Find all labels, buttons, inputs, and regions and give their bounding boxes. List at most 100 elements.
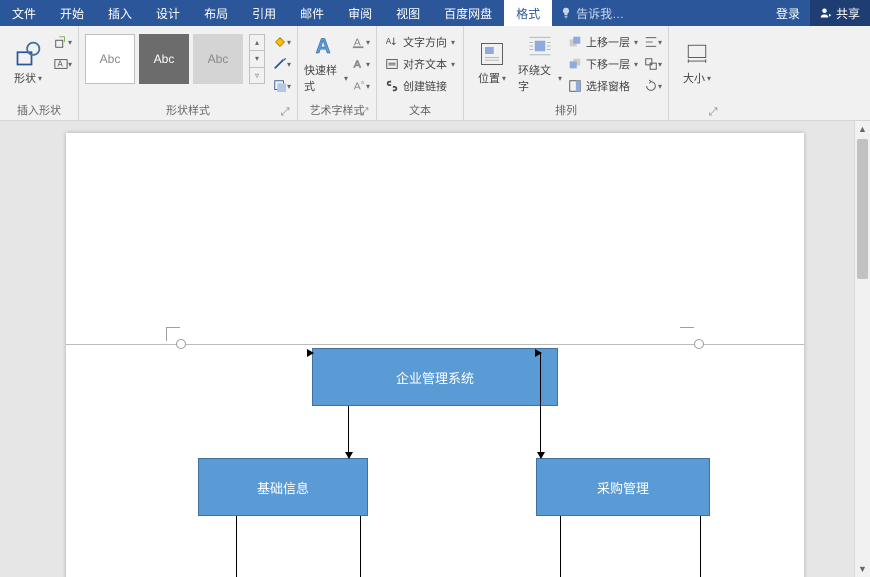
align-button[interactable]: ▾ [644, 34, 662, 50]
tab-insert[interactable]: 插入 [96, 0, 144, 26]
outline-icon [273, 57, 287, 71]
fill-icon [273, 35, 287, 49]
tab-file[interactable]: 文件 [0, 0, 48, 26]
bring-forward-icon [568, 35, 582, 49]
tab-mail[interactable]: 邮件 [288, 0, 336, 26]
style-preset-2[interactable]: Abc [139, 34, 189, 84]
tab-layout[interactable]: 布局 [192, 0, 240, 26]
size-button[interactable]: 大小▾ [675, 30, 719, 96]
text-outline-icon: A [352, 57, 366, 71]
node-purchase-mgmt[interactable]: 采购管理 [536, 458, 710, 516]
connector [312, 352, 313, 353]
tab-references[interactable]: 引用 [240, 0, 288, 26]
node-basic-info[interactable]: 基础信息 [198, 458, 368, 516]
group-arrange: 位置▾ 环绕文字▾ 上移一层▾ 下移一层▾ 选择窗格 ▾ ▾ ▾ 排列 [464, 26, 669, 120]
ribbon: 形状▾ ▾ A▾ 插入形状 Abc Abc Abc ▴▾▿ ▾ ▾ ▾ 形状样式… [0, 26, 870, 121]
svg-text:A: A [316, 35, 331, 58]
text-fill-button[interactable]: A▾ [352, 34, 370, 50]
align-text-button[interactable]: 对齐文本▾ [383, 54, 457, 74]
create-link-button[interactable]: 创建链接 [383, 76, 457, 96]
margin-handle[interactable] [176, 339, 186, 349]
tab-review[interactable]: 审阅 [336, 0, 384, 26]
text-direction-icon: A [385, 35, 399, 49]
corner-marker [680, 327, 694, 341]
tab-home[interactable]: 开始 [48, 0, 96, 26]
style-gallery-nav[interactable]: ▴▾▿ [249, 34, 265, 84]
tab-format[interactable]: 格式 [504, 0, 552, 26]
rotate-icon [644, 79, 658, 93]
position-button[interactable]: 位置▾ [470, 30, 514, 96]
connector [236, 516, 237, 577]
launcher-icon[interactable]: ⤢ [279, 106, 291, 118]
wrap-text-button[interactable]: 环绕文字▾ [518, 30, 562, 96]
size-icon [683, 40, 711, 68]
text-effects-icon: A [352, 79, 366, 93]
bring-forward-button[interactable]: 上移一层▾ [566, 32, 640, 52]
shape-outline-button[interactable]: ▾ [273, 56, 291, 72]
edit-shape-button[interactable]: ▾ [54, 34, 72, 50]
launcher-icon[interactable]: ⤢ [358, 106, 370, 118]
align-icon [644, 35, 658, 49]
textbox-icon: A [54, 57, 68, 71]
group-label-shape-styles: 形状样式⤢ [85, 100, 291, 118]
scroll-up-button[interactable]: ▲ [855, 121, 870, 137]
wordart-icon: A [312, 32, 340, 60]
login-button[interactable]: 登录 [766, 0, 810, 26]
svg-text:A: A [57, 60, 63, 69]
link-icon [385, 79, 399, 93]
connector [540, 352, 541, 353]
connector [348, 406, 349, 458]
effects-icon [273, 79, 287, 93]
margin-handle[interactable] [694, 339, 704, 349]
group-button[interactable]: ▾ [644, 56, 662, 72]
ribbon-tabs: 文件 开始 插入 设计 布局 引用 邮件 审阅 视图 百度网盘 格式 告诉我… … [0, 0, 870, 26]
svg-text:A: A [354, 59, 361, 70]
style-preset-1[interactable]: Abc [85, 34, 135, 84]
wrap-icon [526, 32, 554, 60]
selection-pane-button[interactable]: 选择窗格 [566, 76, 640, 96]
svg-text:A: A [386, 37, 392, 46]
node-root[interactable]: 企业管理系统 [312, 348, 558, 406]
shapes-icon [14, 40, 42, 68]
connector [360, 516, 361, 577]
share-button[interactable]: 共享 [810, 0, 870, 26]
svg-text:A: A [354, 81, 361, 92]
connector [560, 516, 561, 577]
group-text: A文字方向▾ 对齐文本▾ 创建链接 文本 [377, 26, 464, 120]
text-outline-button[interactable]: A▾ [352, 56, 370, 72]
connector [540, 406, 541, 458]
tab-design[interactable]: 设计 [144, 0, 192, 26]
tab-view[interactable]: 视图 [384, 0, 432, 26]
document-area[interactable]: 企业管理系统 基础信息 采购管理 库存管理 查询统计 商品采购 采购查询 [0, 121, 870, 577]
shape-fill-button[interactable]: ▾ [273, 34, 291, 50]
group-label-insert-shapes: 插入形状 [6, 100, 72, 118]
launcher-icon[interactable]: ⤢ [707, 106, 719, 118]
send-backward-icon [568, 57, 582, 71]
shape-effects-button[interactable]: ▾ [273, 78, 291, 94]
vertical-scrollbar[interactable]: ▲ ▼ [854, 121, 870, 577]
text-box-button[interactable]: A▾ [54, 56, 72, 72]
group-icon [644, 57, 658, 71]
text-effects-button[interactable]: A▾ [352, 78, 370, 94]
lightbulb-icon [560, 7, 572, 19]
quick-styles-button[interactable]: A 快速样式▾ [304, 30, 348, 96]
selection-pane-icon [568, 79, 582, 93]
style-preset-3[interactable]: Abc [193, 34, 243, 84]
scroll-thumb[interactable] [857, 139, 868, 279]
send-backward-button[interactable]: 下移一层▾ [566, 54, 640, 74]
text-fill-icon: A [352, 35, 366, 49]
group-shape-styles: Abc Abc Abc ▴▾▿ ▾ ▾ ▾ 形状样式⤢ [79, 26, 298, 120]
text-direction-button[interactable]: A文字方向▾ [383, 32, 457, 52]
shapes-button[interactable]: 形状▾ [6, 30, 50, 96]
scroll-down-button[interactable]: ▼ [855, 561, 870, 577]
edit-shape-icon [54, 35, 68, 49]
group-size: 大小▾ ⤢ [669, 26, 725, 120]
group-wordart: A 快速样式▾ A▾ A▾ A▾ 艺术字样式⤢ [298, 26, 377, 120]
tell-me-search[interactable]: 告诉我… [552, 0, 632, 26]
tab-baidu[interactable]: 百度网盘 [432, 0, 504, 26]
connector [700, 516, 701, 577]
align-text-icon [385, 57, 399, 71]
rotate-button[interactable]: ▾ [644, 78, 662, 94]
group-label-size: ⤢ [675, 116, 719, 118]
group-label-wordart: 艺术字样式⤢ [304, 100, 370, 118]
